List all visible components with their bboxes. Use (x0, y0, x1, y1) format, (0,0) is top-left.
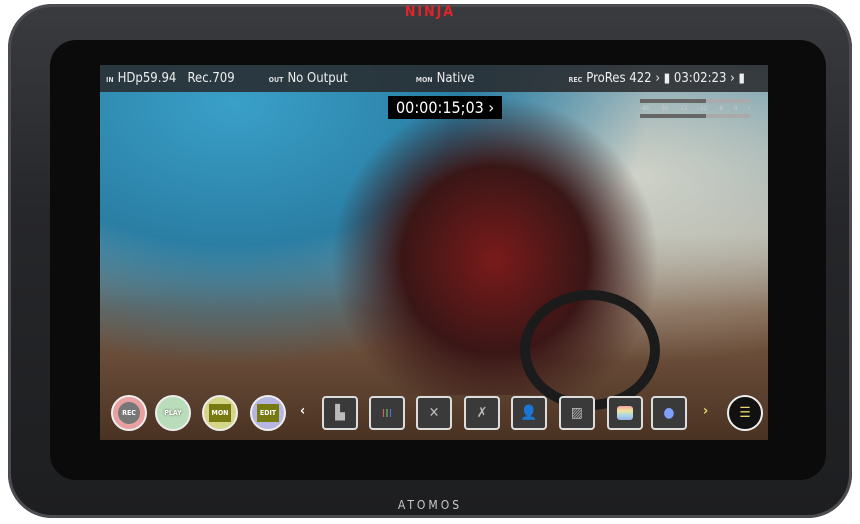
focus-peaking-icon[interactable]: 👤 (511, 396, 547, 430)
vectorscope-icon[interactable]: ✕ (416, 396, 452, 430)
audio-meter[interactable]: -40 -30 -12 -12 -6 0 › (640, 97, 750, 120)
screen: IN HDp59.94 Rec.709 OUT No Output MON Nativ… (100, 65, 768, 440)
audio-meter-bar-left (640, 99, 750, 103)
mon-mode-button[interactable]: MON (202, 395, 238, 431)
output-status[interactable]: OUT No Output (269, 71, 348, 86)
frame-guides-icon[interactable]: ● (651, 396, 687, 430)
waveform-icon[interactable]: ▙ (322, 396, 358, 430)
record-status[interactable]: REC ProRes 422 › ▮ 03:02:23 › ▮ (568, 71, 745, 86)
audio-meter-scale: -40 -30 -12 -12 -6 0 › (640, 105, 750, 112)
status-bar: IN HDp59.94 Rec.709 OUT No Output MON Nativ… (100, 65, 768, 92)
bottom-toolbar: REC PLAY MON EDIT ‹ ▙ ııı ✕ ✗ 👤 ▨ ● › ☰ (100, 385, 768, 440)
settings-sliders-icon[interactable]: ☰ (727, 395, 763, 431)
rgb-parade-icon[interactable]: ııı (369, 396, 405, 430)
edit-mode-button[interactable]: EDIT (250, 395, 286, 431)
false-color-icon[interactable] (607, 396, 643, 430)
vectorscope-zoom-icon[interactable]: ✗ (464, 396, 500, 430)
scroll-left-button[interactable]: ‹ (300, 403, 305, 419)
scroll-right-button[interactable]: › (703, 403, 708, 419)
rec-mode-button[interactable]: REC (111, 395, 147, 431)
input-status[interactable]: IN HDp59.94 Rec.709 (106, 71, 235, 86)
audio-meter-bar-right (640, 114, 750, 118)
monitor-status[interactable]: MON Native (416, 71, 475, 86)
zebra-icon[interactable]: ▨ (559, 396, 595, 430)
atomos-logo: ATOMOS (397, 498, 463, 512)
play-mode-button[interactable]: PLAY (155, 395, 191, 431)
timecode-display[interactable]: 00:00:15;03 › (388, 96, 503, 119)
ninja-logo: NINJA (404, 4, 456, 20)
